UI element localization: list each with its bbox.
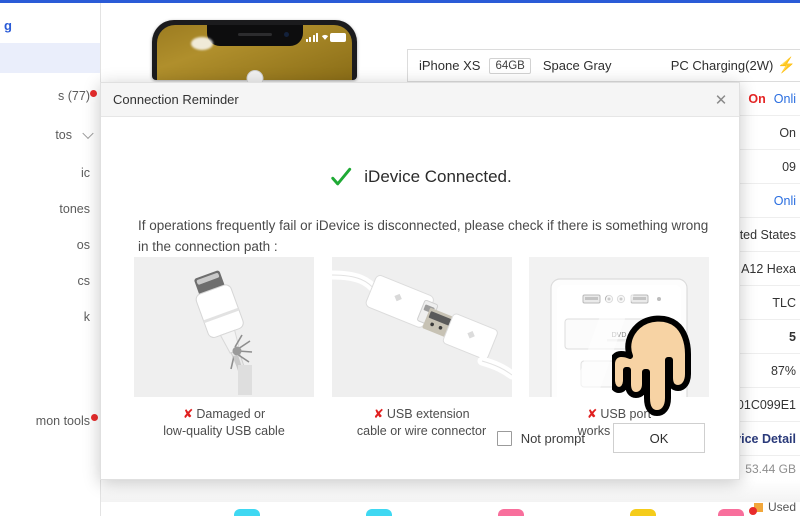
sidebar-item-ringtones[interactable]: tones bbox=[0, 199, 100, 219]
left-sidebar: g s (77) tos ic tones os cs k mon tools bbox=[0, 3, 101, 516]
info-value-secondary: Onli bbox=[773, 91, 796, 106]
sidebar-item-label: ic bbox=[80, 166, 90, 180]
illustration-cards: DVD bbox=[134, 257, 709, 397]
sidebar-item-common-tools[interactable]: mon tools bbox=[0, 411, 100, 431]
sidebar-selected-row[interactable] bbox=[0, 43, 100, 73]
signal-bars-icon bbox=[305, 33, 318, 42]
charging-status: PC Charging(2W) bbox=[670, 58, 774, 73]
caption-line-1: USB extension bbox=[386, 407, 470, 421]
connection-status: iDevice Connected. bbox=[101, 166, 741, 188]
app-icon-4[interactable] bbox=[630, 509, 656, 516]
application-window: g s (77) tos ic tones os cs k mon tools bbox=[0, 0, 800, 516]
dialog-body: iDevice Connected. If operations frequen… bbox=[101, 117, 739, 481]
usb-extension-cable-image bbox=[331, 257, 512, 397]
app-icon-2[interactable] bbox=[366, 509, 392, 516]
damaged-lightning-cable-image bbox=[134, 257, 314, 397]
app-icon-1[interactable] bbox=[234, 509, 260, 516]
caption-line-1: USB port bbox=[600, 407, 652, 421]
red-x-icon: ✘ bbox=[586, 406, 598, 421]
red-x-icon: ✘ bbox=[373, 406, 384, 421]
notification-badge-dot bbox=[90, 90, 97, 97]
close-icon[interactable]: ✕ bbox=[709, 88, 733, 112]
wifi-icon bbox=[320, 32, 330, 41]
notification-badge-dot bbox=[91, 414, 98, 421]
sidebar-header-label: g bbox=[4, 18, 12, 33]
pc-tower-usb-port-image: DVD bbox=[529, 257, 709, 397]
info-value: On bbox=[748, 91, 766, 106]
earpiece-speaker-icon bbox=[237, 33, 272, 36]
sidebar-item-label: s (77) bbox=[58, 89, 90, 103]
dialog-footer: Not prompt OK bbox=[101, 423, 741, 453]
sidebar-item-music[interactable]: ic bbox=[0, 163, 100, 183]
device-capacity: 64GB bbox=[489, 57, 531, 74]
battery-icon bbox=[330, 33, 346, 42]
sidebar-item-label: k bbox=[83, 310, 90, 324]
notification-badge-dot bbox=[749, 507, 757, 515]
app-icon-3[interactable] bbox=[498, 509, 524, 516]
not-prompt-label: Not prompt bbox=[520, 430, 585, 446]
device-notch bbox=[206, 25, 303, 46]
device-name: iPhone XS bbox=[419, 58, 481, 73]
info-value: 87% bbox=[770, 363, 796, 378]
front-camera-icon bbox=[283, 32, 289, 37]
not-prompt-checkbox[interactable]: Not prompt bbox=[496, 430, 585, 446]
sidebar-item-videos[interactable]: os bbox=[0, 235, 100, 255]
sidebar-item-label: cs bbox=[77, 274, 91, 288]
green-check-icon bbox=[330, 166, 352, 188]
storage-size-label: 53.44 GB bbox=[745, 462, 796, 476]
screen-glare bbox=[191, 37, 213, 50]
sidebar-item-label: tones bbox=[59, 202, 90, 216]
connection-status-text: iDevice Connected. bbox=[364, 167, 512, 186]
caption-line-1: Damaged or bbox=[196, 407, 266, 421]
sidebar-item-photos[interactable]: tos bbox=[0, 125, 100, 145]
info-value: 09 bbox=[782, 159, 796, 174]
ok-button[interactable]: OK bbox=[613, 423, 705, 453]
sidebar-item-label: mon tools bbox=[35, 414, 90, 428]
sidebar-item-bookmark[interactable]: k bbox=[0, 307, 100, 327]
sidebar-item-books[interactable]: cs bbox=[0, 271, 100, 291]
info-value: Onli bbox=[773, 193, 796, 208]
dialog-hint-text: If operations frequently fail or iDevice… bbox=[138, 218, 709, 254]
panel-fade bbox=[101, 480, 800, 502]
sidebar-item-apps[interactable]: s (77) bbox=[0, 86, 100, 106]
checkbox-box[interactable] bbox=[496, 430, 512, 446]
device-color: Space Gray bbox=[542, 58, 612, 73]
app-icon-5[interactable] bbox=[718, 509, 744, 516]
red-x-icon: ✘ bbox=[182, 406, 194, 421]
bottom-icon-strip bbox=[101, 502, 800, 516]
connection-reminder-dialog: Connection Reminder ✕ iDevice Connected.… bbox=[100, 82, 740, 480]
lightning-bolt-icon: ⚡ bbox=[777, 57, 796, 74]
sidebar-item-label: os bbox=[76, 238, 90, 252]
device-summary-bar: iPhone XS 64GB Space Gray PC Charging(2W… bbox=[407, 49, 800, 82]
dialog-title-bar: Connection Reminder ✕ bbox=[101, 83, 739, 117]
info-value: On bbox=[779, 125, 796, 140]
device-photo bbox=[152, 20, 357, 87]
info-value: TLC bbox=[772, 295, 796, 310]
dialog-title: Connection Reminder bbox=[113, 92, 239, 107]
info-value: 5 bbox=[789, 329, 796, 344]
